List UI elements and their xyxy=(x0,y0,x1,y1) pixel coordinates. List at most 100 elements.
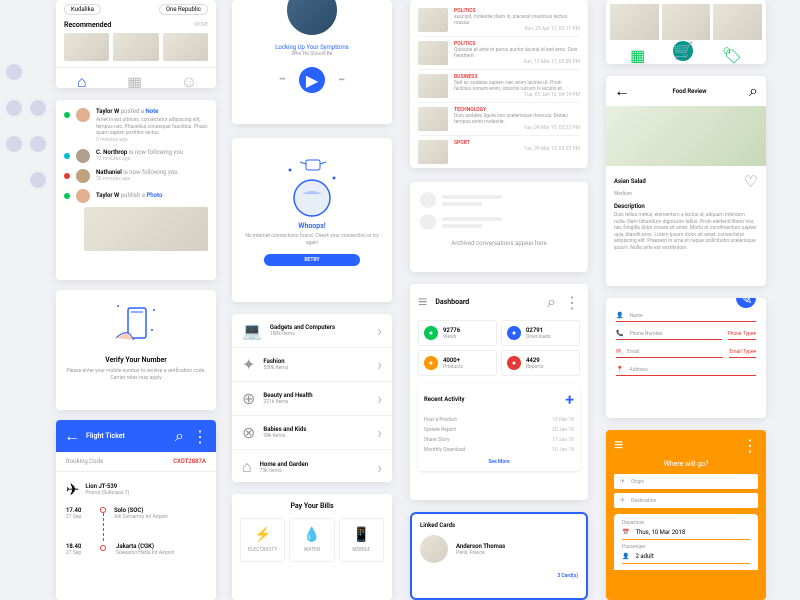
news-thumb xyxy=(418,140,448,164)
address-field[interactable]: Address xyxy=(629,367,647,373)
phone-field[interactable]: Phone Number xyxy=(629,331,662,337)
description-heading: Description xyxy=(614,203,758,210)
search-icon[interactable]: ⌕ xyxy=(175,426,184,446)
hero-img[interactable] xyxy=(662,4,711,40)
search-icon[interactable]: ⌕ xyxy=(749,81,758,101)
description-body: Duis tellus metus, elementum a lectus id… xyxy=(614,212,758,251)
stat-card[interactable]: ●4000+Products xyxy=(418,350,497,376)
play-button[interactable]: ▶ xyxy=(299,67,325,93)
feed-photo[interactable] xyxy=(84,207,208,251)
profile-icon[interactable]: ☺ xyxy=(181,72,197,88)
status-dot xyxy=(64,193,70,199)
error-msg: No internet connections found. Check you… xyxy=(244,233,380,246)
cart-button[interactable]: 🛒 xyxy=(673,41,693,61)
thumb[interactable] xyxy=(113,33,158,61)
see-more-link[interactable]: See More xyxy=(424,459,574,465)
thumb[interactable] xyxy=(64,33,109,61)
category-row[interactable]: ⌂Home and Garden73k Items› xyxy=(232,450,392,482)
chevron-right-icon: › xyxy=(377,321,382,340)
more-icon[interactable]: ⋮ xyxy=(742,436,758,455)
hero-img[interactable] xyxy=(610,4,659,40)
food-image xyxy=(606,106,766,166)
hero-img[interactable] xyxy=(713,4,762,40)
card-count[interactable]: 3 Card(s) xyxy=(420,573,578,579)
activity-row[interactable]: Monthly Download10 Jan 18 xyxy=(424,445,574,455)
bill-item[interactable]: 📱MOBILE xyxy=(339,518,384,562)
news-item[interactable]: TECHNOLOGYDuis sodales ligula non sceler… xyxy=(418,103,580,136)
news-item[interactable]: BUSINESSSed ac sodales sapien, nec enim … xyxy=(418,70,580,103)
more-link[interactable]: MORE xyxy=(194,22,208,28)
activity-row[interactable]: Share Story17 Jan 18 xyxy=(424,435,574,445)
bills-title: Pay Your Bills xyxy=(240,502,384,510)
browse-icon[interactable]: ▦ xyxy=(127,73,142,89)
activity-row[interactable]: Post a Product16 Feb 18 xyxy=(424,415,574,425)
date-input[interactable]: Thus, 10 Mar 2018 xyxy=(635,529,685,536)
album-art[interactable] xyxy=(284,0,340,38)
artist: Who He Should Be xyxy=(232,51,392,57)
category-row[interactable]: ⊗Babies and Kids98k Items› xyxy=(232,416,392,450)
menu-icon[interactable]: ≡ xyxy=(614,435,623,455)
news-thumb xyxy=(418,41,448,65)
category-row[interactable]: ✦Fashion530k Items› xyxy=(232,348,392,382)
news-item[interactable]: SPORTTue, 09 Mar 15, 03:23 PM xyxy=(418,136,580,168)
pill[interactable]: Kudalika xyxy=(64,4,101,15)
avatar[interactable] xyxy=(76,189,90,203)
thumb[interactable] xyxy=(163,33,208,61)
activity-row[interactable]: Update Report20 Jan 18 xyxy=(424,425,574,435)
retry-button[interactable]: RETRY xyxy=(264,254,360,266)
dish-size: Medium xyxy=(614,191,758,197)
news-item[interactable]: POLITICSsuscipit, molestie diam in, plac… xyxy=(418,4,580,37)
satellite-icon xyxy=(272,150,352,218)
menu-icon[interactable]: ≡ xyxy=(418,292,427,312)
next-icon[interactable]: ⏭ xyxy=(339,76,344,84)
news-item[interactable]: POLITICSQuisque at ante et purus auctor … xyxy=(418,37,580,70)
home-icon[interactable]: ⌂ xyxy=(77,72,87,88)
back-icon[interactable]: ← xyxy=(64,426,80,446)
avatar[interactable] xyxy=(76,149,90,163)
more-icon[interactable]: ⋮ xyxy=(564,293,580,312)
dish-name: Asian Salad xyxy=(614,178,646,185)
phone-icon: 📞 xyxy=(616,330,623,337)
email-field[interactable]: Email xyxy=(627,349,639,355)
phone-type-select[interactable]: Phone Type xyxy=(728,331,754,337)
news-thumb xyxy=(418,74,448,98)
timeline-dot xyxy=(100,545,106,551)
back-icon[interactable]: ← xyxy=(614,81,630,101)
plane-down-icon: ✈ xyxy=(620,497,625,504)
more-icon[interactable]: ⋮ xyxy=(192,427,208,446)
grid-icon[interactable]: ▦ xyxy=(630,46,645,64)
news-thumb xyxy=(418,8,448,32)
stat-card[interactable]: ●02791Downloads xyxy=(501,320,580,346)
plane-icon: ✈ xyxy=(66,480,79,499)
bill-item[interactable]: 💧WATER xyxy=(289,518,334,562)
passenger-input[interactable]: 2 adult xyxy=(635,553,653,560)
avatar[interactable] xyxy=(420,535,448,563)
chevron-down-icon[interactable]: ▾ xyxy=(753,331,756,337)
pill[interactable]: One Republic xyxy=(159,4,208,15)
trip-title: Where will go? xyxy=(606,460,766,468)
category-row[interactable]: 💻Gadgets and Computers180k Items› xyxy=(232,314,392,348)
track-title[interactable]: Locking Up Your Symptoms xyxy=(232,44,392,51)
bill-item[interactable]: ⚡ELECTRICITY xyxy=(240,518,285,562)
category-row[interactable]: ⊕Beauty and Health221k Items› xyxy=(232,382,392,416)
heart-icon[interactable]: ♡ xyxy=(744,172,758,191)
prev-icon[interactable]: ⏮ xyxy=(280,76,285,84)
tag-icon[interactable]: 🏷 xyxy=(722,46,742,64)
search-icon[interactable]: ⌕ xyxy=(547,292,556,312)
chevron-down-icon[interactable]: ▾ xyxy=(753,349,756,355)
stat-card[interactable]: ●4429Reports xyxy=(501,350,580,376)
add-icon[interactable]: + xyxy=(565,390,574,409)
email-type-select[interactable]: Email Type xyxy=(729,349,753,355)
avatar[interactable] xyxy=(76,108,90,122)
name-field[interactable]: Name xyxy=(629,313,642,319)
person-icon: 👤 xyxy=(616,312,623,319)
stat-card[interactable]: ●92776Views xyxy=(418,320,497,346)
dashboard-title: Dashboard xyxy=(435,298,469,306)
phone-hand-icon xyxy=(106,300,166,350)
fab-button[interactable]: ✎ xyxy=(736,298,756,308)
status-dot xyxy=(64,153,70,159)
skeleton-avatar xyxy=(420,214,436,230)
avatar[interactable] xyxy=(76,169,90,183)
origin-input[interactable]: Origin xyxy=(631,479,644,485)
destination-input[interactable]: Destination xyxy=(631,498,656,504)
